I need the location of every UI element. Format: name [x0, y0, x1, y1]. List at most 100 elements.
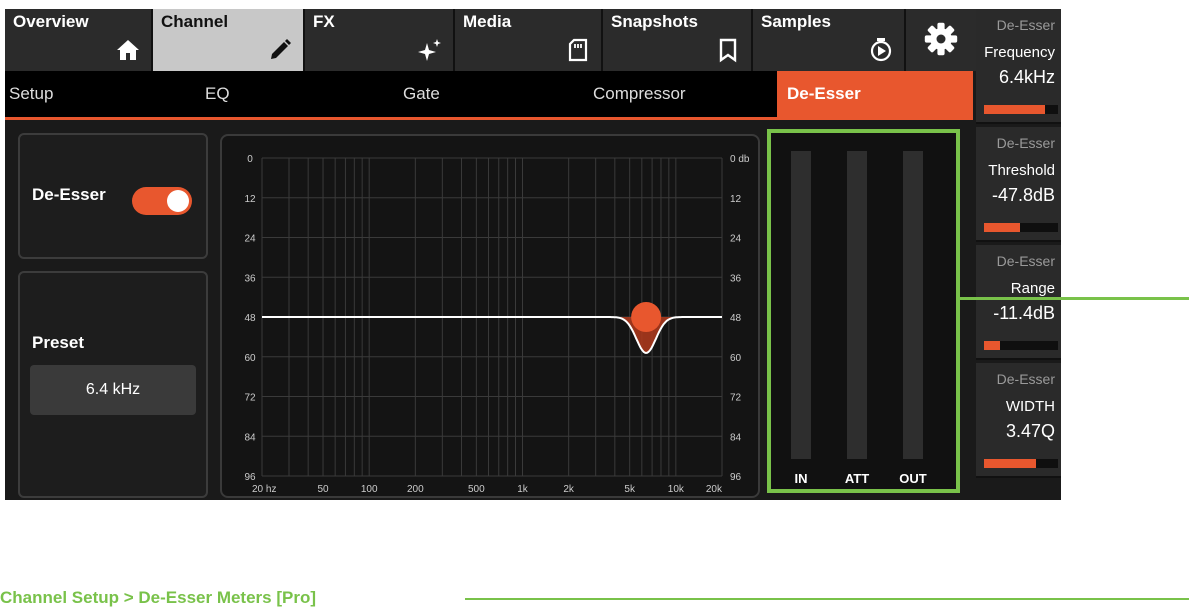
param-frequency[interactable]: De-Esser Frequency 6.4kHz: [976, 9, 1061, 124]
left-scale-label: 60: [244, 353, 256, 364]
param-name: Range: [1010, 280, 1055, 297]
tab-snapshots[interactable]: Snapshots: [603, 9, 753, 71]
subtab-setup[interactable]: Setup: [5, 71, 199, 117]
param-name: Threshold: [988, 162, 1055, 179]
tab-media[interactable]: Media: [455, 9, 603, 71]
sparkle-icon: [418, 39, 441, 61]
tab-channel-label: Channel: [161, 12, 229, 31]
tab-overview[interactable]: Overview: [5, 9, 153, 71]
frequency-label: 500: [468, 484, 485, 495]
param-value: 6.4kHz: [998, 67, 1055, 87]
param-value: -47.8dB: [991, 185, 1055, 205]
right-scale-label: 0 db: [730, 154, 750, 165]
subtab-de-esser[interactable]: De-Esser: [777, 71, 973, 117]
tab-channel[interactable]: Channel: [153, 9, 305, 71]
tab-samples[interactable]: Samples: [753, 9, 906, 71]
right-scale-label: 60: [730, 353, 742, 364]
frequency-node-handle: [631, 302, 662, 332]
gear-icon: [924, 22, 958, 56]
frequency-label: 200: [407, 484, 424, 495]
left-scale-label: 36: [244, 273, 256, 284]
frequency-label: 1k: [517, 484, 529, 495]
meter-att-label: ATT: [844, 471, 870, 486]
param-category: De-Esser: [996, 135, 1055, 151]
frequency-label: 50: [317, 484, 329, 495]
caption-title: Channel Setup > De-Esser Meters [Pro]: [0, 588, 317, 607]
tab-snapshots-label: Snapshots: [611, 12, 698, 31]
param-threshold[interactable]: De-Esser Threshold -47.8dB: [976, 127, 1061, 242]
sample-player-icon: [870, 38, 892, 62]
param-level-fill: [984, 223, 1020, 232]
left-scale-label: 96: [244, 472, 256, 483]
de-esser-meters: IN ATT OUT: [767, 129, 960, 493]
de-esser-toggle-panel: De-Esser: [18, 133, 208, 259]
left-scale-label: 0: [247, 154, 253, 165]
home-icon: [117, 40, 139, 60]
right-scale-label: 48: [730, 313, 742, 324]
bookmark-icon: [719, 38, 737, 63]
param-level-bar: [984, 459, 1058, 468]
subtab-compressor[interactable]: Compressor: [587, 71, 781, 117]
tab-samples-label: Samples: [761, 12, 831, 31]
param-category: De-Esser: [996, 253, 1055, 269]
frequency-label: 10k: [668, 484, 685, 495]
param-name: Frequency: [984, 44, 1055, 61]
left-scale-label: 84: [244, 432, 256, 443]
settings-button[interactable]: [906, 9, 976, 71]
param-level-fill: [984, 105, 1045, 114]
frequency-label: 20 hz: [252, 484, 276, 495]
mixer-app: Overview Channel FX Media Snapshots Samp…: [5, 9, 1061, 500]
param-level-fill: [984, 459, 1036, 468]
subtab-gate[interactable]: Gate: [393, 71, 587, 117]
right-scale-label: 96: [730, 472, 742, 483]
tab-fx[interactable]: FX: [305, 9, 455, 71]
param-level-bar: [984, 105, 1058, 114]
tab-overview-label: Overview: [13, 12, 89, 31]
right-scale-label: 84: [730, 432, 742, 443]
param-value: -11.4dB: [993, 303, 1055, 323]
left-scale-label: 24: [244, 234, 256, 245]
param-width[interactable]: De-Esser WIDTH 3.47Q: [976, 363, 1061, 478]
preset-panel: Preset 6.4 kHz: [18, 271, 208, 498]
param-level-bar: [984, 341, 1058, 350]
frequency-axis: 20 hz 50 100 200 500 1k 2k 5k 10k 20k: [252, 484, 723, 495]
left-scale-label: 12: [244, 194, 256, 205]
de-esser-graph[interactable]: 0 12 24 36 48 60 72 84 96 0 db 12 24 36 48 60 72 84 96 2…: [220, 134, 760, 498]
right-scale-label: 72: [730, 393, 742, 404]
de-esser-toggle-label: De-Esser: [32, 185, 106, 204]
right-scale-label: 12: [730, 194, 742, 205]
meter-att: [847, 151, 867, 459]
frequency-label: 2k: [563, 484, 575, 495]
left-scale-label: 48: [244, 313, 256, 324]
graph-canvas: 0 12 24 36 48 60 72 84 96 0 db 12 24 36 48 60 72 84 96 2…: [244, 154, 750, 495]
meter-in: [791, 151, 811, 459]
right-scale-label: 36: [730, 273, 742, 284]
frequency-label: 20k: [706, 484, 723, 495]
processing-tab-bar: Setup EQ Gate Compressor De-Esser: [5, 71, 973, 120]
param-name: WIDTH: [1005, 398, 1055, 415]
preset-selector[interactable]: 6.4 kHz: [30, 365, 196, 415]
left-scale-label: 72: [244, 393, 256, 404]
right-scale-label: 24: [730, 234, 742, 245]
sd-card-icon: [568, 38, 588, 62]
param-value: 3.47Q: [1005, 421, 1055, 441]
tab-media-label: Media: [463, 12, 512, 31]
meter-in-label: IN: [794, 471, 808, 486]
preset-label: Preset: [32, 333, 84, 352]
de-esser-toggle[interactable]: [132, 187, 192, 215]
param-range[interactable]: De-Esser Range -11.4dB: [976, 245, 1061, 360]
subtab-eq[interactable]: EQ: [199, 71, 393, 117]
tab-fx-label: FX: [313, 12, 335, 31]
callout-line: [960, 297, 1189, 300]
left-scale: 0 12 24 36 48 60 72 84 96: [244, 154, 256, 483]
meter-out-label: OUT: [899, 471, 927, 486]
param-level-fill: [984, 341, 1001, 350]
parameter-column: De-Esser Frequency 6.4kHz De-Esser Thres…: [976, 9, 1061, 500]
meter-out: [903, 151, 923, 459]
param-level-bar: [984, 223, 1058, 232]
frequency-label: 100: [361, 484, 378, 495]
param-category: De-Esser: [996, 17, 1055, 33]
toggle-knob: [167, 190, 189, 212]
pencil-icon: [271, 39, 291, 59]
param-category: De-Esser: [996, 371, 1055, 387]
